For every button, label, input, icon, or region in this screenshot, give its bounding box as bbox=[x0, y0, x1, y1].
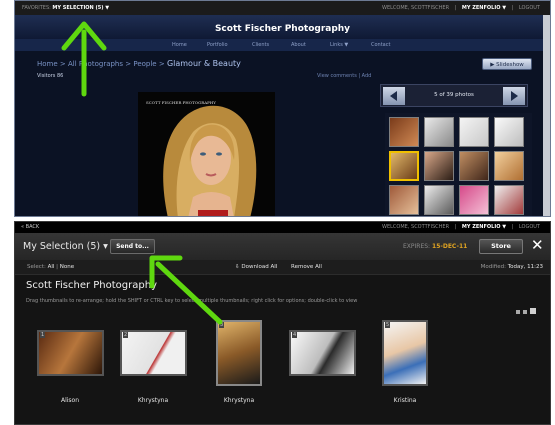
main-photo[interactable]: SCOTT FISCHER PHOTOGRAPHY bbox=[138, 92, 275, 216]
annotation-arrow-up-icon bbox=[61, 21, 107, 97]
thumbnail[interactable] bbox=[459, 185, 489, 215]
close-icon[interactable]: ✕ bbox=[531, 236, 544, 254]
breadcrumb-current: Glamour & Beauty bbox=[166, 59, 241, 68]
back-link[interactable]: « BACK bbox=[21, 222, 39, 233]
select-label: Select: bbox=[27, 264, 46, 270]
selection-photo[interactable]: 4 bbox=[289, 330, 356, 376]
next-photo-button[interactable] bbox=[503, 87, 525, 105]
photo-watermark: SCOTT FISCHER PHOTOGRAPHY bbox=[146, 100, 216, 105]
photo-pager: 5 of 39 photos bbox=[380, 84, 528, 107]
modified-value: Today, 11:23 bbox=[507, 264, 543, 270]
large-view-icon[interactable] bbox=[530, 308, 536, 314]
photo-number: 1 bbox=[40, 332, 46, 338]
selection-photo[interactable]: 1 bbox=[37, 330, 104, 376]
photo-caption: Kristina bbox=[393, 397, 417, 404]
my-zenfolio-menu[interactable]: MY ZENFOLIO ▼ bbox=[462, 224, 506, 230]
thumbnail[interactable] bbox=[389, 117, 419, 147]
nav-contact[interactable]: Contact bbox=[371, 39, 390, 51]
view-size-toggle[interactable] bbox=[513, 299, 536, 318]
gallery-title: Scott Fischer Photography bbox=[26, 280, 157, 291]
photo-number: 5 bbox=[385, 322, 391, 328]
medium-view-icon[interactable] bbox=[523, 310, 527, 314]
previous-photo-button[interactable] bbox=[383, 87, 405, 105]
select-none-link[interactable]: None bbox=[60, 264, 74, 270]
my-zenfolio-menu[interactable]: MY ZENFOLIO ▼ bbox=[462, 5, 506, 11]
photo-caption: Khrystyna bbox=[223, 397, 255, 404]
selection-toolbar: Select: All | None ⇩ Download All Remove… bbox=[15, 260, 550, 275]
nav-about[interactable]: About bbox=[291, 39, 306, 51]
small-view-icon[interactable] bbox=[516, 310, 520, 314]
download-all-button[interactable]: ⇩ Download All bbox=[235, 260, 277, 274]
thumbnail[interactable] bbox=[424, 151, 454, 181]
photo-count: 5 of 39 photos bbox=[434, 92, 474, 98]
top-strip: « BACK WELCOME, SCOTTFISCHER | MY ZENFOL… bbox=[15, 222, 550, 233]
thumbnail[interactable] bbox=[494, 117, 524, 147]
remove-all-button[interactable]: Remove All bbox=[291, 260, 322, 274]
welcome-text: WELCOME, SCOTTFISCHER bbox=[382, 5, 450, 11]
nav-links[interactable]: Links ▼ bbox=[330, 39, 348, 51]
nav-home[interactable]: Home bbox=[172, 39, 187, 51]
arrow-left-icon bbox=[390, 91, 397, 101]
logout-link[interactable]: LOGOUT bbox=[519, 224, 540, 230]
selection-photo[interactable]: 5 bbox=[382, 320, 428, 386]
arrow-right-icon bbox=[511, 91, 518, 101]
thumbnail-selected[interactable] bbox=[389, 151, 419, 181]
thumbnail[interactable] bbox=[424, 117, 454, 147]
store-button[interactable]: Store bbox=[479, 239, 523, 254]
photo-number: 2 bbox=[123, 332, 129, 338]
nav-portfolio[interactable]: Portfolio bbox=[207, 39, 228, 51]
thumbnail[interactable] bbox=[389, 185, 419, 215]
selection-photo[interactable]: 2 bbox=[120, 330, 187, 376]
view-comments-link[interactable]: View comments | Add bbox=[317, 73, 371, 79]
thumbnail[interactable] bbox=[424, 185, 454, 215]
welcome-text: WELCOME, SCOTTFISCHER bbox=[382, 224, 450, 230]
favorites-label: FAVORITES: bbox=[22, 5, 51, 11]
nav-clients[interactable]: Clients bbox=[252, 39, 269, 51]
thumbnail-grid bbox=[385, 113, 532, 216]
thumbnail[interactable] bbox=[494, 185, 524, 215]
slideshow-button[interactable]: ▶ Slideshow bbox=[482, 58, 532, 70]
photo-caption: Alison bbox=[60, 397, 80, 404]
portrait-image: SCOTT FISCHER PHOTOGRAPHY bbox=[138, 92, 275, 216]
my-selection-dropdown[interactable]: My Selection (5) ▾ bbox=[23, 241, 108, 252]
selection-window: « BACK WELCOME, SCOTTFISCHER | MY ZENFOL… bbox=[14, 221, 551, 425]
expires-date: 15-DEC-11 bbox=[432, 243, 468, 250]
expires-label: EXPIRES: bbox=[403, 243, 431, 250]
selection-header: My Selection (5) ▾ Send to... EXPIRES: 1… bbox=[15, 233, 550, 260]
breadcrumb-people[interactable]: People bbox=[133, 60, 156, 68]
thumbnail[interactable] bbox=[459, 151, 489, 181]
modified-label: Modified: bbox=[480, 264, 506, 270]
annotation-arrow-diagonal-icon bbox=[149, 255, 223, 325]
selection-photo-selected[interactable]: 3 bbox=[216, 320, 262, 386]
scrollbar[interactable] bbox=[543, 15, 550, 216]
photo-number: 4 bbox=[292, 332, 298, 338]
thumbnail[interactable] bbox=[494, 151, 524, 181]
thumbnail[interactable] bbox=[459, 117, 489, 147]
logout-link[interactable]: LOGOUT bbox=[519, 5, 540, 11]
photo-caption: Khrystyna bbox=[137, 397, 169, 404]
select-all-link[interactable]: All bbox=[48, 264, 55, 270]
